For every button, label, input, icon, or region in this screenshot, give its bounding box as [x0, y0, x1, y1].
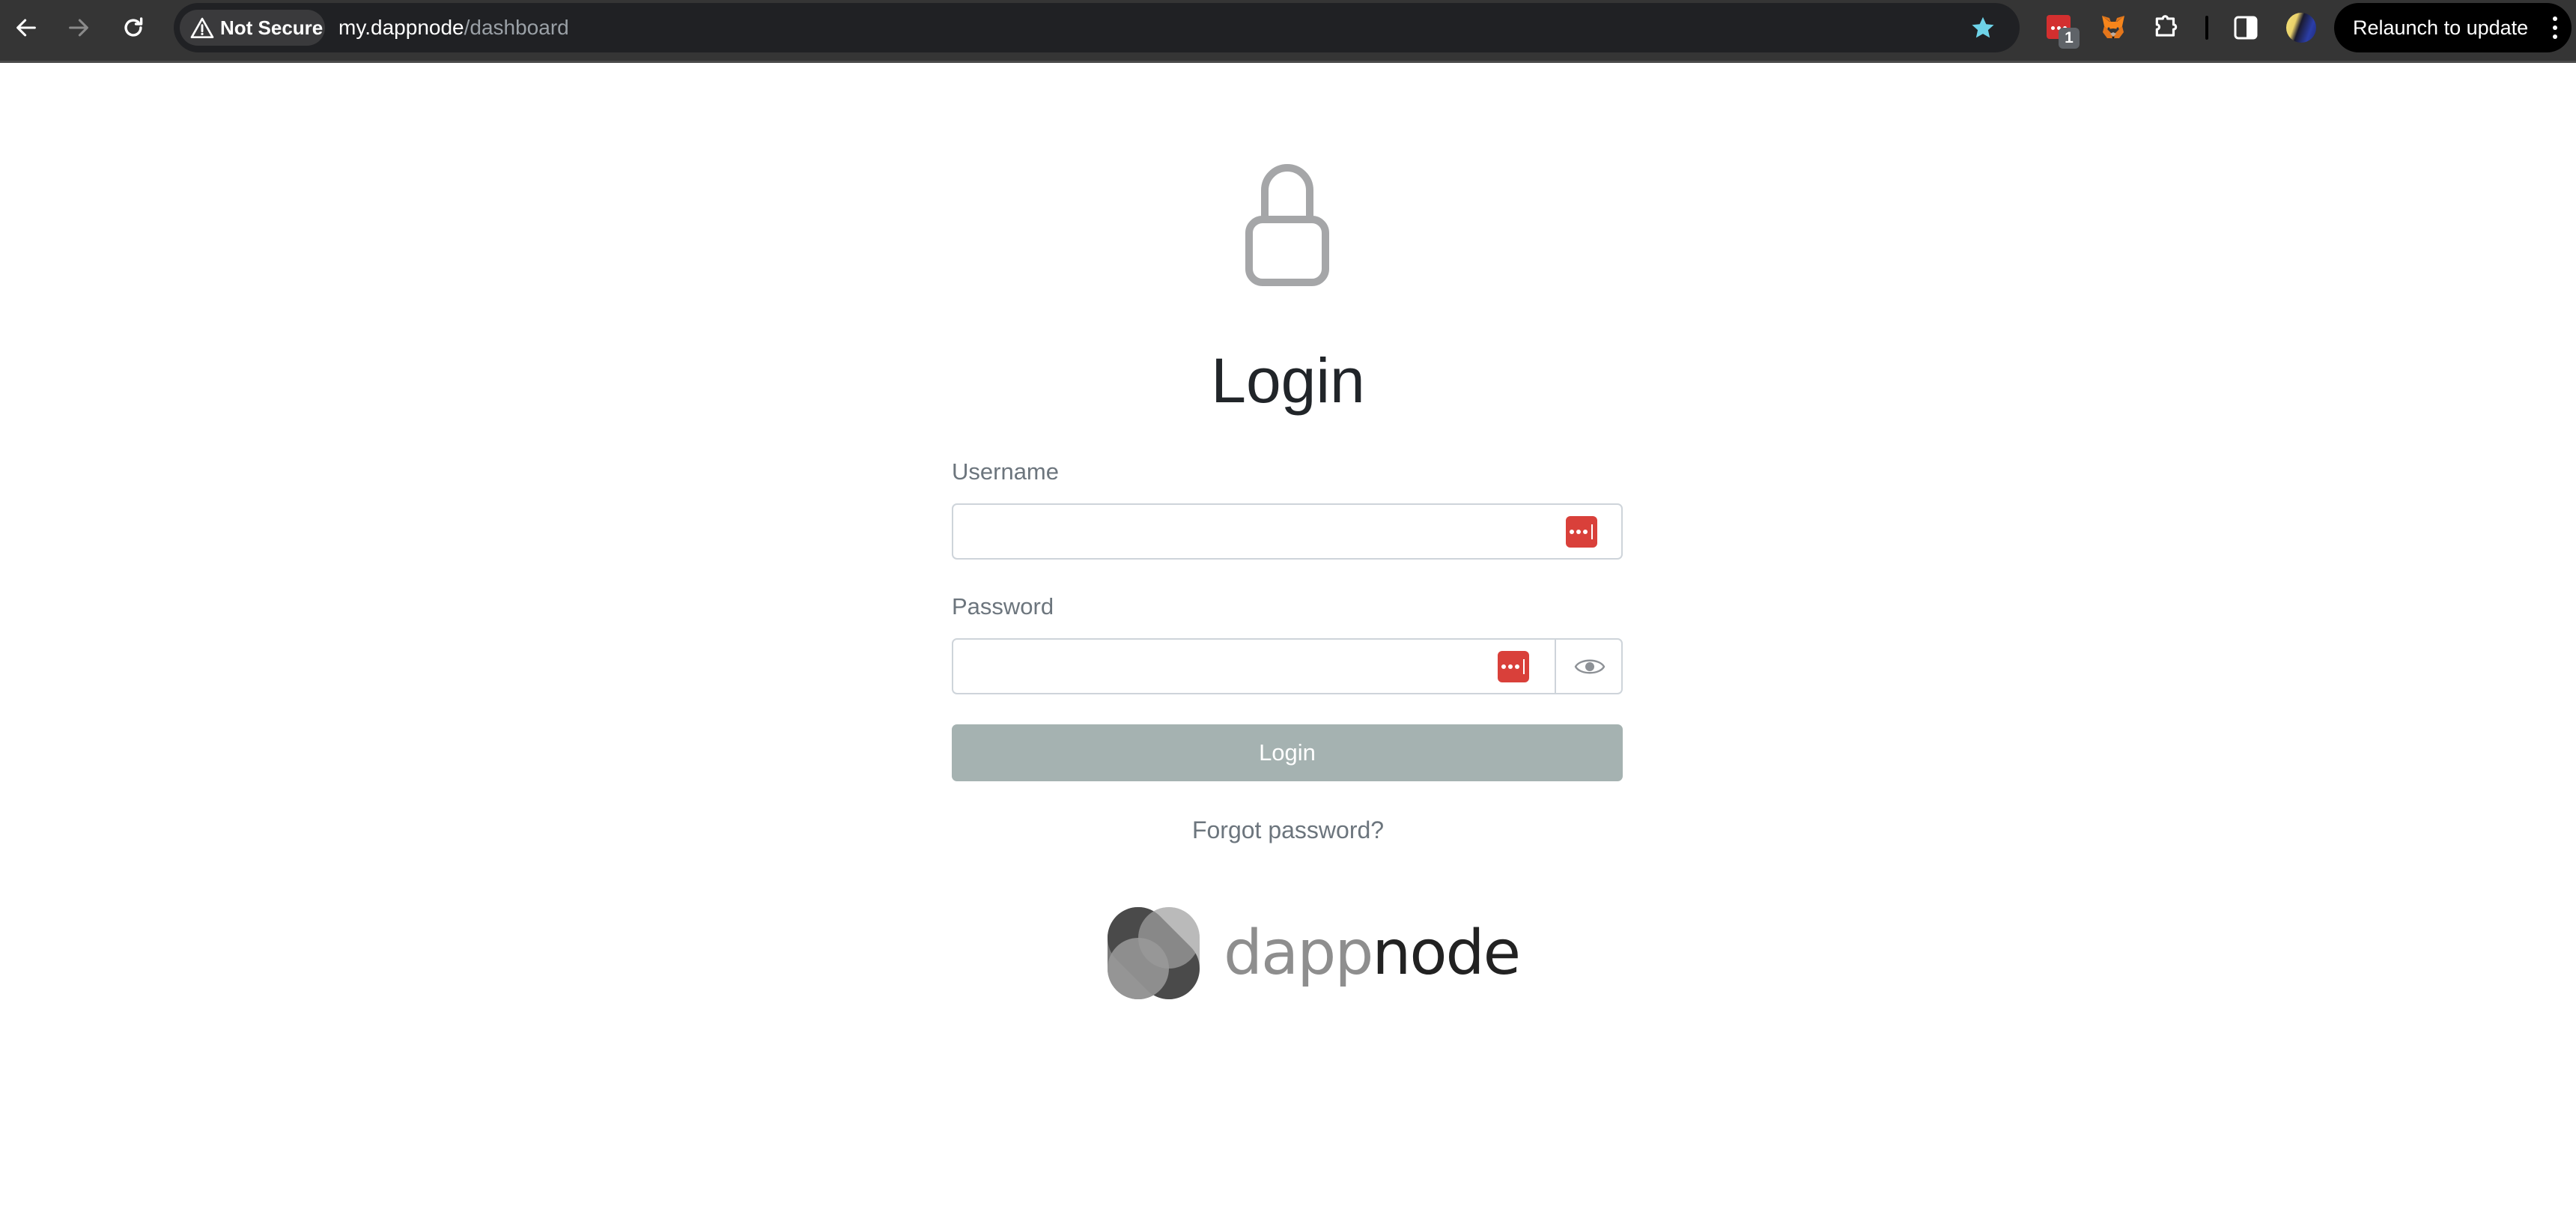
forgot-password-link[interactable]: Forgot password?: [1192, 816, 1384, 843]
username-label: Username: [952, 458, 1059, 485]
url-host: my.dappnode: [338, 16, 464, 39]
forgot-password-row: Forgot password?: [0, 813, 2576, 846]
password-input[interactable]: [953, 640, 1555, 693]
wordmark-node: node: [1372, 918, 1521, 989]
arrow-right-icon: [69, 19, 88, 37]
side-panel-icon: [2234, 16, 2258, 40]
extensions-menu-button[interactable]: [2152, 13, 2182, 43]
dappnode-logo-icon: [1108, 907, 1200, 999]
lastpass-autofill-icon[interactable]: [1566, 516, 1597, 548]
metamask-fox-icon: [2102, 16, 2124, 39]
arrow-left-icon: [16, 19, 36, 37]
password-field: [952, 638, 1623, 694]
browser-toolbar: Not Secure my.dappnode/dashboard 1 Relau…: [0, 0, 2576, 63]
forward-button[interactable]: [61, 10, 96, 45]
wordmark-dapp: dapp: [1224, 918, 1373, 989]
lock-icon: [1245, 164, 1329, 286]
reload-icon: [124, 17, 143, 37]
page-title: Login: [1211, 345, 1365, 416]
more-vert-icon[interactable]: [2551, 16, 2560, 39]
url-text[interactable]: my.dappnode/dashboard: [338, 3, 569, 52]
address-bar[interactable]: Not Secure my.dappnode/dashboard: [174, 3, 2020, 52]
bookmark-button[interactable]: [1969, 13, 1997, 42]
show-password-toggle[interactable]: [1555, 638, 1623, 694]
reload-button[interactable]: [116, 10, 151, 45]
extension-badge: 1: [2059, 28, 2080, 49]
back-button[interactable]: [9, 10, 43, 45]
dappnode-wordmark: dappnode: [1224, 918, 1521, 989]
puzzle-icon: [2155, 15, 2178, 37]
profile-avatar[interactable]: [2286, 13, 2316, 43]
username-input[interactable]: [953, 505, 1621, 558]
metamask-extension-button[interactable]: [2098, 13, 2128, 43]
relaunch-to-update-button[interactable]: Relaunch to update: [2334, 3, 2572, 52]
eye-icon: [1574, 659, 1605, 673]
username-field: [952, 503, 1623, 560]
lastpass-autofill-icon[interactable]: [1498, 651, 1529, 682]
relaunch-label: Relaunch to update: [2353, 16, 2529, 39]
login-button[interactable]: Login: [952, 724, 1623, 781]
warning-icon: [190, 17, 214, 38]
star-icon: [1972, 16, 1994, 38]
security-indicator[interactable]: Not Secure: [180, 10, 325, 46]
security-label: Not Secure: [220, 16, 323, 39]
toolbar-divider: [2205, 16, 2208, 40]
side-panel-button[interactable]: [2234, 16, 2258, 40]
password-label: Password: [952, 593, 1054, 619]
url-path: /dashboard: [464, 16, 569, 39]
